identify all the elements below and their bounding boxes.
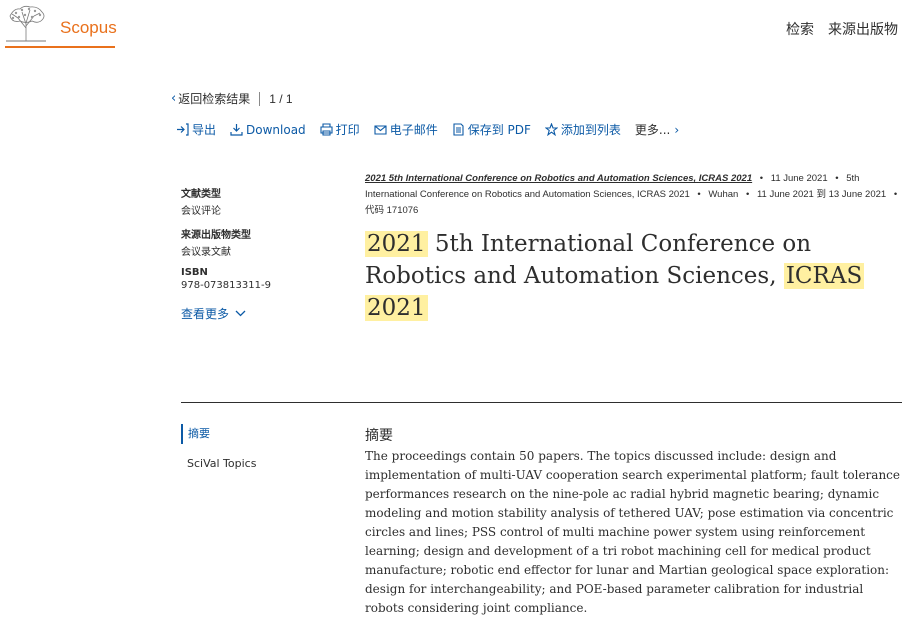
download-button[interactable]: Download [230, 123, 306, 137]
bullet: • [697, 189, 701, 200]
more-label: 更多... [634, 123, 671, 137]
print-button[interactable]: 打印 [320, 121, 360, 138]
chevron-left-icon: ‹ [171, 91, 177, 106]
nav-sources[interactable]: 来源出版物 [828, 19, 898, 39]
print-icon [320, 123, 333, 136]
more-button[interactable]: 更多... › [635, 121, 679, 138]
section-nav-abstract[interactable]: 摘要 [181, 424, 256, 444]
section-divider [181, 402, 902, 403]
isbn-label: ISBN [181, 267, 208, 278]
export-label: 导出 [192, 123, 217, 137]
download-label: Download [246, 122, 306, 137]
download-icon [230, 124, 243, 136]
title-highlight: ICRAS [783, 263, 865, 289]
elsevier-tree-logo [6, 5, 46, 42]
source-title-link[interactable]: 2021 5th International Conference on Rob… [365, 173, 752, 184]
top-nav: 检索 来源出版物 [786, 19, 898, 39]
result-pager: 1 / 1 [269, 91, 293, 106]
bullet: • [893, 189, 898, 200]
chevron-right-icon: › [674, 122, 680, 137]
section-nav: 摘要 SciVal Topics [181, 424, 256, 474]
source-type-label: 来源出版物类型 [181, 230, 251, 241]
nav-search[interactable]: 检索 [786, 19, 814, 39]
divider-vertical [259, 91, 261, 106]
source-type-value: 会议录文献 [181, 247, 231, 258]
email-button[interactable]: 电子邮件 [374, 121, 438, 138]
pdf-icon [453, 123, 464, 136]
section-nav-scival-topics[interactable]: SciVal Topics [181, 454, 256, 474]
back-to-results-link[interactable]: ‹ 返回检索结果 [171, 90, 250, 107]
email-label: 电子邮件 [389, 123, 438, 137]
conference-location: Wuhan [708, 189, 739, 200]
add-to-list-label: 添加到列表 [560, 123, 621, 137]
source-date: 11 June 2021 [770, 173, 828, 184]
conference-dates: 11 June 2021 到 13 June 2021 [756, 189, 887, 200]
doc-type-value: 会议评论 [181, 206, 221, 217]
print-label: 打印 [335, 123, 360, 137]
title-text: 5th International Conference on Robotics… [365, 231, 812, 289]
save-pdf-label: 保存到 PDF [467, 123, 531, 137]
email-icon [374, 125, 387, 135]
back-to-results-label: 返回检索结果 [178, 92, 251, 106]
export-icon [177, 123, 189, 136]
bullet: • [835, 173, 839, 184]
abstract-heading: 摘要 [365, 428, 393, 444]
conference-code: 代码 171076 [365, 205, 419, 216]
view-more-label: 查看更多 [181, 307, 230, 321]
doc-type-label: 文献类型 [181, 189, 221, 200]
abstract-text: The proceedings contain 50 papers. The t… [365, 449, 900, 615]
results-nav: ‹ 返回检索结果 1 / 1 [171, 90, 293, 107]
source-info: 2021 5th International Conference on Rob… [365, 171, 905, 219]
isbn-value: 978-073813311-9 [181, 280, 271, 291]
document-meta: 文献类型 会议评论 来源出版物类型 会议录文献 ISBN 978-0738133… [181, 185, 331, 322]
logo-underline [5, 46, 115, 48]
view-more-button[interactable]: 查看更多 [181, 305, 331, 322]
bullet: • [759, 173, 764, 184]
scopus-logo-link[interactable]: Scopus [60, 18, 117, 38]
save-pdf-button[interactable]: 保存到 PDF [452, 121, 531, 138]
title-highlight: 2021 [365, 231, 428, 257]
star-icon [544, 123, 558, 136]
add-to-list-button[interactable]: 添加到列表 [544, 121, 621, 138]
export-button[interactable]: 导出 [176, 121, 216, 138]
document-title: 2021 5th International Conference on Rob… [365, 228, 900, 324]
chevron-down-icon [235, 310, 246, 317]
document-toolbar: 导出 Download 打印 电子邮件 保存到 PDF 添加到列表 更多... … [176, 121, 679, 138]
bullet: • [745, 189, 750, 200]
title-highlight: 2021 [365, 295, 428, 321]
